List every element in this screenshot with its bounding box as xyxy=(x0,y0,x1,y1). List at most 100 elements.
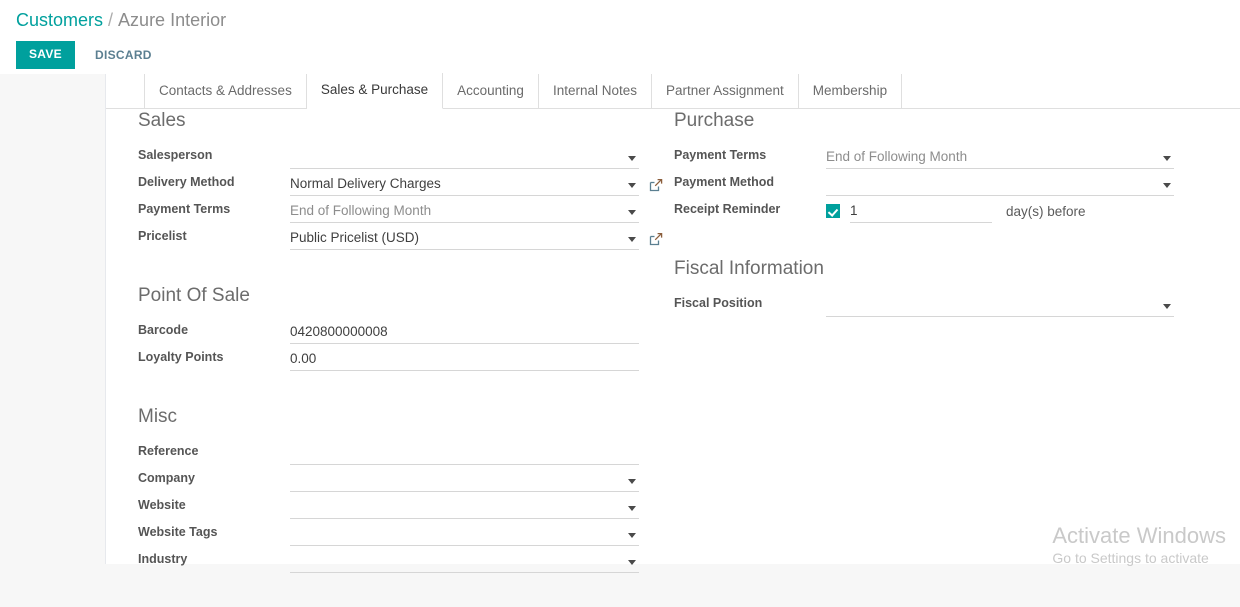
ext-link-placeholder xyxy=(649,447,663,461)
chevron-down-icon[interactable] xyxy=(628,560,636,565)
ext-link-placeholder xyxy=(649,555,663,569)
tab-leading-spacer xyxy=(136,74,145,108)
label-industry: Industry xyxy=(138,546,290,573)
form-column-right: Purchase Payment Terms End of Following … xyxy=(674,109,1174,351)
label-purchase-payment-terms: Payment Terms xyxy=(674,142,826,169)
group-point-of-sale: Point Of Sale Barcode 0420800000008 Loya… xyxy=(138,284,663,371)
field-row-website-tags: Website Tags xyxy=(138,519,663,546)
input-loyalty-points[interactable]: 0.00 xyxy=(290,347,639,371)
tab-trailing-fill xyxy=(902,74,1240,108)
field-row-company: Company xyxy=(138,465,663,492)
value-sales-payment-terms: End of Following Month xyxy=(290,202,431,220)
chevron-down-icon[interactable] xyxy=(1163,156,1171,161)
tab-membership[interactable]: Membership xyxy=(799,74,902,108)
ext-link-placeholder xyxy=(649,326,663,340)
input-salesperson[interactable] xyxy=(290,145,639,169)
input-delivery-method[interactable]: Normal Delivery Charges xyxy=(290,172,639,196)
ext-link-placeholder xyxy=(649,474,663,488)
input-industry[interactable] xyxy=(290,549,639,573)
value-receipt-reminder-days: 1 xyxy=(850,202,858,220)
group-misc: Misc Reference Company xyxy=(138,405,663,573)
group-title-sales: Sales xyxy=(138,109,663,133)
value-barcode: 0420800000008 xyxy=(290,323,388,341)
receipt-reminder-checkbox[interactable] xyxy=(826,204,840,218)
input-purchase-payment-terms[interactable]: End of Following Month xyxy=(826,145,1174,169)
label-fiscal-position: Fiscal Position xyxy=(674,290,826,317)
group-title-point-of-sale: Point Of Sale xyxy=(138,284,663,308)
tab-sales-purchase[interactable]: Sales & Purchase xyxy=(307,73,443,109)
input-website[interactable] xyxy=(290,495,639,519)
value-loyalty-points: 0.00 xyxy=(290,350,316,368)
label-payment-method: Payment Method xyxy=(674,169,826,196)
group-title-misc: Misc xyxy=(138,405,663,429)
group-fiscal-information: Fiscal Information Fiscal Position xyxy=(674,257,1174,317)
field-row-payment-method: Payment Method xyxy=(674,169,1174,196)
field-row-purchase-payment-terms: Payment Terms End of Following Month xyxy=(674,142,1174,169)
field-row-sales-payment-terms: Payment Terms End of Following Month xyxy=(138,196,663,223)
field-row-salesperson: Salesperson xyxy=(138,142,663,169)
discard-button[interactable]: DISCARD xyxy=(83,42,164,69)
receipt-reminder-days-input[interactable]: 1 xyxy=(850,199,992,223)
tab-accounting[interactable]: Accounting xyxy=(443,74,539,108)
input-barcode[interactable]: 0420800000008 xyxy=(290,320,639,344)
tab-contacts-addresses[interactable]: Contacts & Addresses xyxy=(145,74,307,108)
chevron-down-icon[interactable] xyxy=(628,156,636,161)
group-title-purchase: Purchase xyxy=(674,109,1174,133)
group-purchase: Purchase Payment Terms End of Following … xyxy=(674,109,1174,223)
watermark-title: Activate Windows xyxy=(1052,522,1226,549)
group-sales: Sales Salesperson Delivery Method Normal… xyxy=(138,109,663,250)
form-column-left: Sales Salesperson Delivery Method Normal… xyxy=(138,109,663,607)
label-receipt-reminder: Receipt Reminder xyxy=(674,196,826,223)
chevron-down-icon[interactable] xyxy=(628,506,636,511)
input-website-tags[interactable] xyxy=(290,522,639,546)
receipt-reminder-controls: 1 day(s) before xyxy=(826,199,1174,223)
tab-internal-notes[interactable]: Internal Notes xyxy=(539,74,652,108)
ext-link-placeholder xyxy=(649,353,663,367)
ext-link-placeholder xyxy=(649,205,663,219)
label-website: Website xyxy=(138,492,290,519)
field-row-industry: Industry xyxy=(138,546,663,573)
group-title-fiscal-information: Fiscal Information xyxy=(674,257,1174,281)
breadcrumb: Customers/Azure Interior xyxy=(0,0,1240,31)
activate-windows-watermark: Activate Windows Go to Settings to activ… xyxy=(1052,522,1226,568)
value-pricelist: Public Pricelist (USD) xyxy=(290,229,419,247)
ext-link-placeholder xyxy=(649,151,663,165)
chevron-down-icon[interactable] xyxy=(1163,183,1171,188)
value-delivery-method: Normal Delivery Charges xyxy=(290,175,441,193)
breadcrumb-current-record: Azure Interior xyxy=(118,10,226,30)
input-company[interactable] xyxy=(290,468,639,492)
save-button[interactable]: SAVE xyxy=(16,41,75,69)
receipt-reminder-suffix-label: day(s) before xyxy=(1006,204,1086,219)
label-barcode: Barcode xyxy=(138,317,290,344)
label-pricelist: Pricelist xyxy=(138,223,290,250)
label-sales-payment-terms: Payment Terms xyxy=(138,196,290,223)
input-sales-payment-terms[interactable]: End of Following Month xyxy=(290,199,639,223)
chevron-down-icon[interactable] xyxy=(628,237,636,242)
form-sheet: Contacts & Addresses Sales & Purchase Ac… xyxy=(105,74,1240,564)
external-link-icon[interactable] xyxy=(649,178,663,192)
form-action-buttons: SAVE DISCARD xyxy=(0,31,1240,69)
tab-partner-assignment[interactable]: Partner Assignment xyxy=(652,74,799,108)
input-pricelist[interactable]: Public Pricelist (USD) xyxy=(290,226,639,250)
label-website-tags: Website Tags xyxy=(138,519,290,546)
chevron-down-icon[interactable] xyxy=(628,479,636,484)
label-salesperson: Salesperson xyxy=(138,142,290,169)
chevron-down-icon[interactable] xyxy=(628,210,636,215)
field-row-barcode: Barcode 0420800000008 xyxy=(138,317,663,344)
label-delivery-method: Delivery Method xyxy=(138,169,290,196)
external-link-icon[interactable] xyxy=(649,232,663,246)
breadcrumb-separator: / xyxy=(108,10,113,30)
ext-link-placeholder xyxy=(649,501,663,515)
field-row-loyalty-points: Loyalty Points 0.00 xyxy=(138,344,663,371)
control-panel: Customers/Azure Interior SAVE DISCARD xyxy=(0,0,1240,74)
input-fiscal-position[interactable] xyxy=(826,293,1174,317)
field-row-reference: Reference xyxy=(138,438,663,465)
chevron-down-icon[interactable] xyxy=(1163,304,1171,309)
field-row-fiscal-position: Fiscal Position xyxy=(674,290,1174,317)
input-reference[interactable] xyxy=(290,441,639,465)
breadcrumb-root-link[interactable]: Customers xyxy=(16,10,103,30)
chevron-down-icon[interactable] xyxy=(628,533,636,538)
chevron-down-icon[interactable] xyxy=(628,183,636,188)
field-row-delivery-method: Delivery Method Normal Delivery Charges xyxy=(138,169,663,196)
input-payment-method[interactable] xyxy=(826,172,1174,196)
